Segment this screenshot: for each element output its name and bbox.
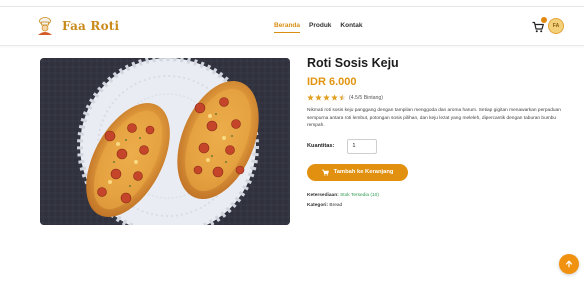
rating-text: (4.5/5 Bintang) bbox=[349, 94, 384, 101]
nav-link-produk[interactable]: Produk bbox=[309, 22, 331, 33]
scroll-top-button[interactable] bbox=[559, 254, 579, 274]
nav-link-kontak[interactable]: Kontak bbox=[340, 22, 362, 33]
cart-badge bbox=[541, 17, 547, 23]
product-meta: Ketersediaan: Stok Tersedia (10) Kategor… bbox=[307, 191, 569, 211]
quantity-row: Kuantitas: bbox=[307, 138, 569, 154]
nav-links: Beranda Produk Kontak bbox=[274, 22, 362, 33]
availability-label: Ketersediaan: bbox=[307, 192, 339, 198]
nav-link-beranda[interactable]: Beranda bbox=[274, 22, 301, 33]
quantity-label: Kuantitas: bbox=[307, 143, 335, 150]
star-icon bbox=[307, 94, 314, 101]
product-title: Roti Sosis Keju bbox=[307, 56, 399, 70]
avatar[interactable]: FA bbox=[548, 18, 564, 34]
product-rating: (4.5/5 Bintang) bbox=[307, 94, 569, 101]
category-label: Kategori: bbox=[307, 202, 329, 208]
cart-button[interactable] bbox=[532, 17, 547, 33]
category-row: Kategori: Bread bbox=[307, 201, 569, 211]
arrow-up-icon bbox=[565, 260, 573, 268]
star-icon bbox=[323, 94, 330, 101]
product-photo bbox=[40, 58, 290, 225]
page: Faa Roti Beranda Produk Kontak FA Roti S… bbox=[0, 0, 584, 282]
add-to-cart-label: Tambah ke Keranjang bbox=[333, 169, 394, 176]
quantity-input[interactable] bbox=[347, 138, 378, 154]
rating-stars bbox=[307, 94, 346, 101]
navbar: Faa Roti Beranda Produk Kontak FA bbox=[0, 6, 584, 46]
brand[interactable]: Faa Roti bbox=[36, 16, 119, 36]
product-price: IDR 6.000 bbox=[307, 76, 357, 88]
star-icon bbox=[315, 94, 322, 101]
product-image bbox=[40, 58, 290, 225]
product-description: Nikmati roti sosis keju panggang dengan … bbox=[307, 108, 561, 129]
nav-actions: FA bbox=[532, 17, 564, 34]
star-icon bbox=[331, 94, 338, 101]
cart-icon bbox=[321, 169, 329, 176]
add-to-cart-button[interactable]: Tambah ke Keranjang bbox=[307, 163, 408, 181]
star-half-icon bbox=[339, 94, 346, 101]
product-info: Roti Sosis Keju IDR 6.000 (4.5/5 Bintang… bbox=[307, 56, 569, 211]
availability-value: Stok Tersedia (10) bbox=[340, 192, 379, 198]
category-value: Bread bbox=[329, 202, 343, 208]
chef-logo-icon bbox=[38, 17, 52, 35]
availability-row: Ketersediaan: Stok Tersedia (10) bbox=[307, 191, 569, 201]
brand-name: Faa Roti bbox=[62, 19, 120, 33]
